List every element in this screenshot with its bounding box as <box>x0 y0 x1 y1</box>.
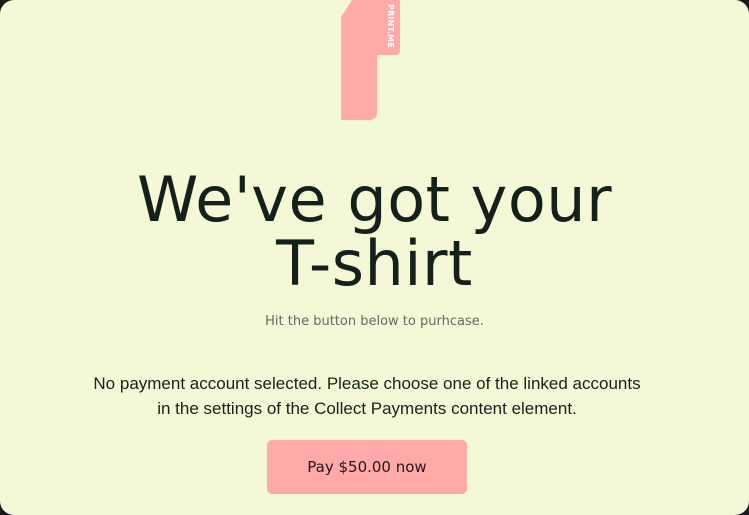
payment-account-warning: No payment account selected. Please choo… <box>93 374 641 418</box>
page-title: We've got your T-shirt <box>0 168 749 296</box>
printme-logo-text: PRINT.ME <box>386 4 395 49</box>
page-title-line-2: T-shirt <box>276 227 473 300</box>
purchase-instruction: Hit the button below to purhcase. <box>265 314 484 329</box>
page-title-line-1: We've got your <box>136 163 613 236</box>
payment-card: PRINT.ME We've got your T-shirt Hit the … <box>0 0 749 515</box>
pay-now-button[interactable]: Pay $50.00 now <box>267 440 467 494</box>
